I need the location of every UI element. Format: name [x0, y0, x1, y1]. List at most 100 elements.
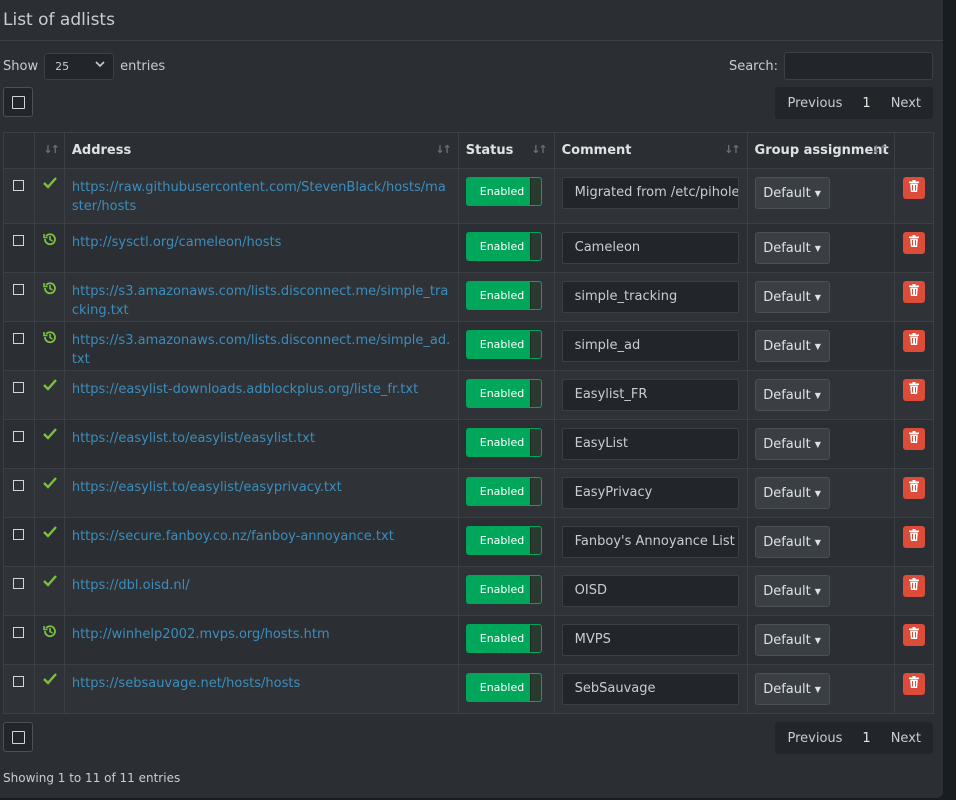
comment-input[interactable]: Fanboy's Annoyance List	[561, 526, 739, 558]
group-select[interactable]: Default ▼	[754, 673, 830, 705]
group-select[interactable]: Default ▼	[754, 428, 830, 460]
address-link[interactable]: https://sebsauvage.net/hosts/hosts	[65, 665, 458, 693]
row-status-icon-cell	[33, 664, 65, 714]
row-checkbox[interactable]	[13, 431, 24, 442]
address-link[interactable]: https://easylist.to/easylist/easylist.tx…	[65, 420, 458, 448]
next-button[interactable]: Next	[879, 731, 933, 746]
row-comment-cell: MVPS	[553, 615, 748, 665]
comment-input[interactable]: OISD	[561, 575, 739, 607]
delete-button[interactable]	[903, 477, 926, 499]
address-link[interactable]: https://s3.amazonaws.com/lists.disconnec…	[65, 322, 458, 369]
trash-icon	[909, 333, 920, 349]
trash-icon	[909, 180, 920, 196]
address-link[interactable]: https://dbl.oisd.nl/	[65, 567, 458, 595]
address-link[interactable]: https://secure.fanboy.co.nz/fanboy-annoy…	[65, 518, 458, 546]
status-column-header[interactable]: Status ↓↑	[457, 132, 555, 169]
row-address-cell: https://secure.fanboy.co.nz/fanboy-annoy…	[63, 517, 459, 567]
group-column-header[interactable]: Group assignment ↓↑	[746, 132, 896, 169]
enabled-toggle[interactable]: Enabled	[465, 477, 542, 506]
row-checkbox[interactable]	[13, 284, 24, 295]
address-link[interactable]: https://easylist.to/easylist/easyprivacy…	[65, 469, 458, 497]
page-1-button[interactable]: 1	[854, 96, 878, 111]
row-checkbox[interactable]	[13, 627, 24, 638]
select-all-button-bottom[interactable]	[3, 722, 33, 752]
entries-select-value: 25	[55, 59, 70, 73]
enabled-toggle[interactable]: Enabled	[465, 624, 542, 653]
delete-button[interactable]	[903, 673, 926, 695]
row-checkbox[interactable]	[13, 180, 24, 191]
enabled-toggle[interactable]: Enabled	[465, 673, 542, 702]
delete-button[interactable]	[903, 379, 926, 401]
previous-button[interactable]: Previous	[775, 96, 854, 111]
address-link[interactable]: http://sysctl.org/cameleon/hosts	[65, 224, 458, 252]
address-link[interactable]: https://s3.amazonaws.com/lists.disconnec…	[65, 273, 458, 320]
address-link[interactable]: https://easylist-downloads.adblockplus.o…	[65, 371, 458, 399]
toggle-label: Enabled	[479, 681, 525, 694]
search-input[interactable]	[784, 52, 933, 80]
enabled-toggle[interactable]: Enabled	[465, 177, 542, 206]
entries-select[interactable]: 25	[44, 52, 115, 80]
enabled-toggle[interactable]: Enabled	[465, 330, 542, 359]
row-checkbox[interactable]	[13, 333, 24, 344]
comment-input[interactable]: EasyPrivacy	[561, 477, 739, 509]
row-checkbox[interactable]	[13, 529, 24, 540]
group-select[interactable]: Default ▼	[754, 624, 830, 656]
table-row: https://secure.fanboy.co.nz/fanboy-annoy…	[3, 517, 934, 567]
row-checkbox[interactable]	[13, 676, 24, 687]
comment-input[interactable]: Migrated from /etc/pihole/adlists.list	[561, 177, 739, 209]
row-address-cell: https://raw.githubusercontent.com/Steven…	[63, 168, 459, 224]
row-actions-cell	[894, 566, 934, 616]
enabled-toggle[interactable]: Enabled	[465, 281, 542, 310]
delete-button[interactable]	[903, 177, 926, 199]
row-status-cell: Enabled	[457, 615, 555, 665]
enabled-toggle[interactable]: Enabled	[465, 232, 542, 261]
row-checkbox[interactable]	[13, 235, 24, 246]
row-status-icon-cell	[33, 272, 65, 322]
delete-button[interactable]	[903, 330, 926, 352]
comment-input[interactable]: Easylist_FR	[561, 379, 739, 411]
comment-input[interactable]: simple_ad	[561, 330, 739, 362]
row-actions-cell	[894, 272, 934, 322]
comment-input[interactable]: simple_tracking	[561, 281, 739, 313]
group-select[interactable]: Default ▼	[754, 232, 830, 264]
previous-button[interactable]: Previous	[775, 731, 854, 746]
group-select[interactable]: Default ▼	[754, 575, 830, 607]
group-select[interactable]: Default ▼	[754, 526, 830, 558]
row-actions-cell	[894, 168, 934, 224]
delete-button[interactable]	[903, 281, 926, 303]
group-select[interactable]: Default ▼	[754, 379, 830, 411]
enabled-toggle[interactable]: Enabled	[465, 575, 542, 604]
enabled-toggle[interactable]: Enabled	[465, 526, 542, 555]
comment-column-header[interactable]: Comment ↓↑	[553, 132, 748, 169]
next-button[interactable]: Next	[879, 96, 933, 111]
status-icon-column-header[interactable]: ↓↑	[33, 132, 65, 169]
comment-input[interactable]: SebSauvage	[561, 673, 739, 705]
group-select[interactable]: Default ▼	[754, 330, 830, 362]
delete-button[interactable]	[903, 624, 926, 646]
delete-button[interactable]	[903, 232, 926, 254]
comment-input[interactable]: EasyList	[561, 428, 739, 460]
enabled-toggle[interactable]: Enabled	[465, 379, 542, 408]
address-link[interactable]: http://winhelp2002.mvps.org/hosts.htm	[65, 616, 458, 644]
delete-button[interactable]	[903, 575, 926, 597]
group-select[interactable]: Default ▼	[754, 477, 830, 509]
row-status-icon-cell	[33, 223, 65, 273]
delete-button[interactable]	[903, 428, 926, 450]
row-group-cell: Default ▼	[746, 168, 896, 224]
address-link[interactable]: https://raw.githubusercontent.com/Steven…	[65, 169, 458, 216]
select-all-button-top[interactable]	[3, 87, 33, 117]
address-column-header[interactable]: Address ↓↑	[63, 132, 459, 169]
row-checkbox[interactable]	[13, 382, 24, 393]
group-select[interactable]: Default ▼	[754, 281, 830, 313]
toggle-label: Enabled	[479, 185, 525, 198]
trash-icon	[909, 480, 920, 496]
enabled-toggle[interactable]: Enabled	[465, 428, 542, 457]
group-select[interactable]: Default ▼	[754, 177, 830, 209]
row-checkbox[interactable]	[13, 480, 24, 491]
comment-input[interactable]: Cameleon	[561, 232, 739, 264]
row-checkbox[interactable]	[13, 578, 24, 589]
comment-input[interactable]: MVPS	[561, 624, 739, 656]
page-1-button[interactable]: 1	[854, 731, 878, 746]
row-status-cell: Enabled	[457, 370, 555, 420]
delete-button[interactable]	[903, 526, 926, 548]
